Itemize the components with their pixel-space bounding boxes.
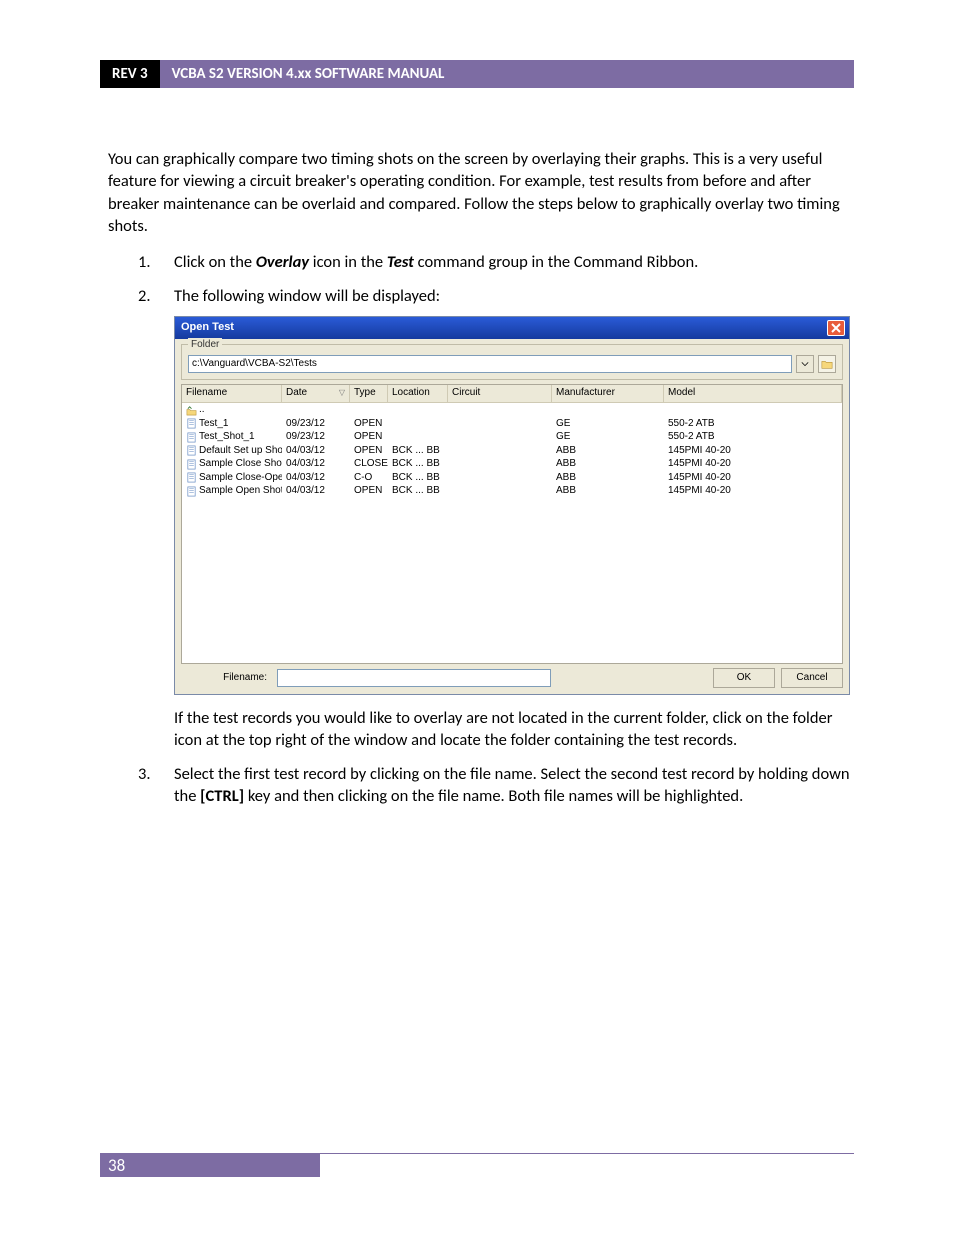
folder-path-input[interactable]	[188, 355, 792, 373]
page-footer: 38	[100, 1153, 854, 1177]
revision-badge: REV 3	[100, 60, 160, 88]
step-number: 1.	[108, 251, 174, 273]
step-body: The following window will be displayed: …	[174, 285, 854, 751]
open-test-dialog: Open Test Folder	[174, 316, 850, 695]
folder-label: Folder	[188, 338, 222, 352]
col-location[interactable]: Location	[388, 385, 448, 402]
parent-folder-row[interactable]: ..	[182, 404, 842, 418]
file-icon	[186, 445, 197, 456]
step-1: 1. Click on the Overlay icon in the Test…	[108, 251, 854, 273]
manual-title: VCBA S2 VERSION 4.xx SOFTWARE MANUAL	[160, 60, 457, 88]
page-number: 38	[100, 1154, 320, 1177]
file-rows: .. Test_109/23/12OPENGE550-2 ATBTest_Sho…	[182, 403, 842, 499]
filename-input[interactable]	[277, 669, 551, 687]
dialog-bottom-row: Filename: OK Cancel	[181, 668, 843, 688]
file-icon	[186, 432, 197, 443]
up-folder-icon	[186, 405, 197, 416]
dialog-titlebar[interactable]: Open Test	[175, 317, 849, 339]
file-icon	[186, 418, 197, 429]
dialog-title: Open Test	[181, 320, 234, 335]
table-row[interactable]: Sample Close Shot04/03/12CLOSEBCK ... BB…	[182, 458, 842, 472]
folder-groupbox: Folder	[181, 344, 843, 380]
filename-label: Filename:	[181, 671, 271, 685]
table-row[interactable]: Default Set up Shot04/03/12OPENBCK ... B…	[182, 444, 842, 458]
file-list[interactable]: Filename Date▽ Type Location Circuit Man…	[181, 384, 843, 664]
close-icon	[831, 323, 841, 333]
col-date[interactable]: Date▽	[282, 385, 350, 402]
col-manufacturer[interactable]: Manufacturer	[552, 385, 664, 402]
folder-icon	[821, 358, 833, 370]
step-3: 3. Select the first test record by click…	[108, 763, 854, 808]
page-header: REV 3 VCBA S2 VERSION 4.xx SOFTWARE MANU…	[100, 60, 854, 88]
step-2-after: If the test records you would like to ov…	[174, 707, 854, 752]
ctrl-key: [CTRL]	[200, 786, 244, 806]
cancel-button[interactable]: Cancel	[781, 668, 843, 688]
overlay-term: Overlay	[256, 252, 309, 272]
sort-desc-icon: ▽	[339, 388, 345, 399]
col-type[interactable]: Type	[350, 385, 388, 402]
table-row[interactable]: Test_Shot_109/23/12OPENGE550-2 ATB	[182, 431, 842, 445]
col-circuit[interactable]: Circuit	[448, 385, 552, 402]
test-term: Test	[387, 252, 414, 272]
browse-folder-button[interactable]	[818, 355, 836, 373]
step-number: 3.	[108, 763, 174, 808]
step-number: 2.	[108, 285, 174, 751]
step-body: Select the first test record by clicking…	[174, 763, 854, 808]
close-button[interactable]	[827, 320, 845, 336]
column-headers[interactable]: Filename Date▽ Type Location Circuit Man…	[182, 385, 842, 403]
folder-dropdown-button[interactable]	[796, 355, 814, 373]
page-content: You can graphically compare two timing s…	[108, 148, 854, 820]
intro-paragraph: You can graphically compare two timing s…	[108, 148, 854, 237]
table-row[interactable]: Sample Close-Open Shot04/03/12C-OBCK ...…	[182, 471, 842, 485]
col-model[interactable]: Model	[664, 385, 842, 402]
col-filename[interactable]: Filename	[182, 385, 282, 402]
table-row[interactable]: Sample Open Shot04/03/12OPENBCK ... BBAB…	[182, 485, 842, 499]
step-body: Click on the Overlay icon in the Test co…	[174, 251, 854, 273]
file-icon	[186, 486, 197, 497]
file-icon	[186, 459, 197, 470]
file-icon	[186, 472, 197, 483]
ok-button[interactable]: OK	[713, 668, 775, 688]
table-row[interactable]: Test_109/23/12OPENGE550-2 ATB	[182, 417, 842, 431]
step-2: 2. The following window will be displaye…	[108, 285, 854, 751]
chevron-down-icon	[801, 360, 809, 368]
